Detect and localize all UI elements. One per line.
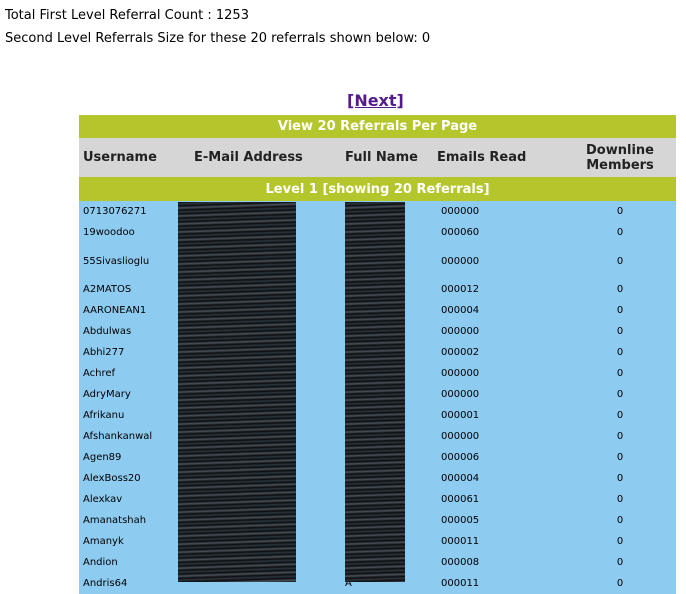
username-cell: Andris64 [79, 573, 187, 594]
emails-read-cell: 000061 [437, 489, 564, 510]
username-cell: Abhi277 [79, 342, 187, 363]
emails-read-cell: 000008 [437, 552, 564, 573]
email-redaction [178, 202, 296, 582]
emails-read-cell: 000000 [437, 363, 564, 384]
downline-cell: 0 [564, 573, 677, 594]
level-band: Level 1 [showing 20 Referrals] [79, 177, 677, 201]
downline-cell: 0 [564, 384, 677, 405]
emails-read-cell: 000000 [437, 426, 564, 447]
col-header-downline: Downline Members [564, 138, 677, 177]
username-cell: AdryMary [79, 384, 187, 405]
downline-cell: 0 [564, 510, 677, 531]
emails-read-cell: 000000 [437, 321, 564, 342]
username-cell: AlexBoss20 [79, 468, 187, 489]
downline-cell: 0 [564, 447, 677, 468]
view-per-page-band: View 20 Referrals Per Page [79, 115, 677, 138]
downline-cell: 0 [564, 300, 677, 321]
downline-cell: 0 [564, 489, 677, 510]
username-cell: 55Sivaslioglu [79, 243, 187, 279]
next-page-link[interactable]: [Next] [347, 91, 404, 110]
downline-cell: 0 [564, 363, 677, 384]
emails-read-cell: 000002 [437, 342, 564, 363]
username-cell: Amanatshah [79, 510, 187, 531]
downline-cell: 0 [564, 201, 677, 222]
username-cell: Alexkav [79, 489, 187, 510]
username-cell: 0713076271 [79, 201, 187, 222]
emails-read-cell: 000000 [437, 243, 564, 279]
second-level-size: Second Level Referrals Size for these 20… [5, 31, 431, 46]
first-level-count: Total First Level Referral Count : 1253 [5, 8, 249, 23]
downline-cell: 0 [564, 531, 677, 552]
downline-cell: 0 [564, 426, 677, 447]
emails-read-cell: 000012 [437, 279, 564, 300]
downline-cell: 0 [564, 243, 677, 279]
downline-cell: 0 [564, 552, 677, 573]
emails-read-cell: 000000 [437, 384, 564, 405]
emails-read-cell: 000011 [437, 573, 564, 594]
downline-cell: 0 [564, 279, 677, 300]
username-cell: A2MATOS [79, 279, 187, 300]
downline-cell: 0 [564, 468, 677, 489]
username-cell: Afrikanu [79, 405, 187, 426]
emails-read-cell: 000006 [437, 447, 564, 468]
username-cell: Amanyk [79, 531, 187, 552]
col-header-emails-read: Emails Read [437, 138, 564, 177]
username-cell: Achref [79, 363, 187, 384]
emails-read-cell: 000004 [437, 468, 564, 489]
downline-cell: 0 [564, 342, 677, 363]
emails-read-cell: 000005 [437, 510, 564, 531]
name-redaction [345, 202, 405, 582]
downline-cell: 0 [564, 321, 677, 342]
title-band-row: View 20 Referrals Per Page [79, 115, 677, 138]
username-cell: Andion [79, 552, 187, 573]
emails-read-cell: 000004 [437, 300, 564, 321]
level-band-row: Level 1 [showing 20 Referrals] [79, 177, 677, 201]
downline-cell: 0 [564, 222, 677, 243]
username-cell: AARONEAN1 [79, 300, 187, 321]
username-cell: Abdulwas [79, 321, 187, 342]
username-cell: 19woodoo [79, 222, 187, 243]
header-row: Username E-Mail Address Full Name Emails… [79, 138, 677, 177]
emails-read-cell: 000000 [437, 201, 564, 222]
col-header-email: E-Mail Address [187, 138, 345, 177]
col-header-fullname: Full Name [345, 138, 437, 177]
emails-read-cell: 000001 [437, 405, 564, 426]
col-header-username: Username [79, 138, 187, 177]
emails-read-cell: 000011 [437, 531, 564, 552]
username-cell: Agen89 [79, 447, 187, 468]
username-cell: Afshankanwal [79, 426, 187, 447]
downline-cell: 0 [564, 405, 677, 426]
emails-read-cell: 000060 [437, 222, 564, 243]
